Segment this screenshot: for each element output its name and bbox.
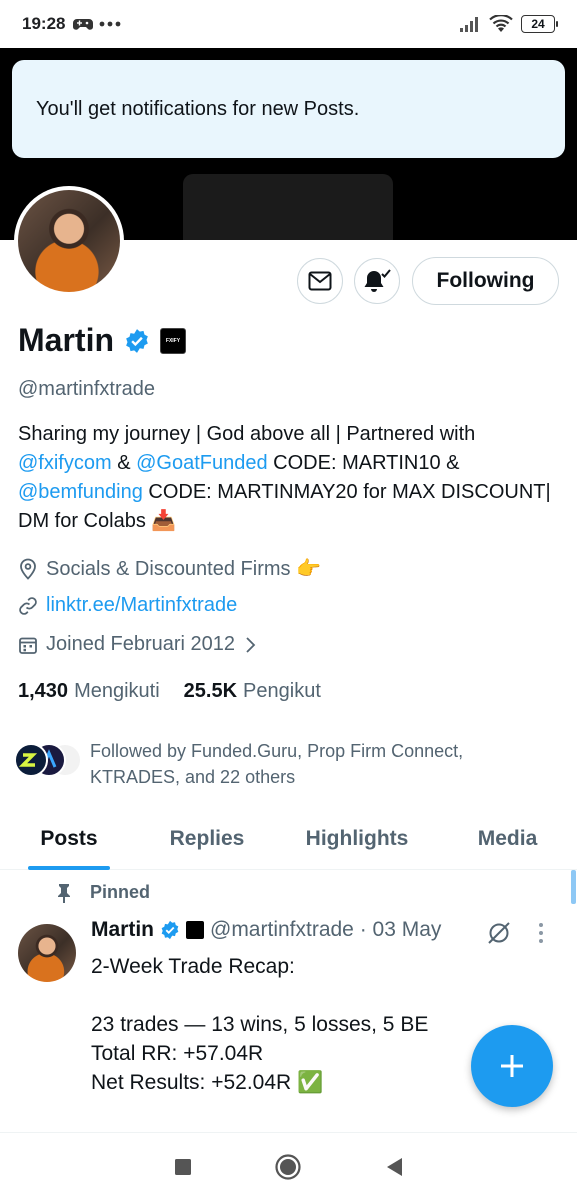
followers-count: 25.5K bbox=[183, 680, 238, 702]
profile-tabs: Posts Replies Highlights Media bbox=[0, 808, 577, 870]
name-row: Martin FXIFY bbox=[18, 322, 186, 359]
game-controller-icon bbox=[73, 19, 94, 30]
tab-media[interactable]: Media bbox=[438, 808, 577, 870]
square-icon bbox=[174, 1158, 191, 1175]
status-right: 24 bbox=[459, 15, 558, 33]
signal-icon bbox=[460, 17, 478, 32]
following-count: 1,430 bbox=[18, 680, 69, 702]
profile-name: Martin bbox=[18, 322, 114, 358]
grok-icon[interactable] bbox=[486, 920, 512, 946]
battery-indicator: 24 bbox=[521, 15, 558, 33]
notification-toast: You'll get notifications for new Posts. bbox=[12, 60, 565, 158]
profile-bio: Sharing my journey | God above all | Par… bbox=[18, 420, 558, 536]
profile-avatar-frame[interactable] bbox=[14, 186, 124, 296]
verified-badge-icon bbox=[161, 920, 179, 940]
tab-posts[interactable]: Posts bbox=[0, 808, 138, 870]
post-body: 2-Week Trade Recap: 23 trades — 13 wins,… bbox=[91, 955, 429, 1094]
following-label: Mengikuti bbox=[74, 680, 160, 702]
system-nav-bar bbox=[0, 1132, 577, 1200]
website-link[interactable]: linktr.ee/Martinfxtrade bbox=[46, 594, 237, 617]
more-options-icon[interactable] bbox=[538, 922, 544, 944]
circle-home-icon bbox=[275, 1153, 302, 1180]
location-text: Socials & Discounted Firms 👉 bbox=[46, 558, 321, 580]
following-button[interactable]: Following bbox=[412, 257, 559, 305]
followers-label: Pengikut bbox=[243, 680, 321, 702]
joined-text: Joined Februari 2012 bbox=[46, 633, 236, 655]
post-header: Martin @martinfxtrade · 03 May bbox=[91, 918, 441, 942]
joined-row[interactable]: Joined Februari 2012 bbox=[18, 633, 257, 656]
followed-by-text: Followed by Funded.Guru, Prop Firm Conne… bbox=[90, 741, 464, 787]
follower-avatar bbox=[14, 743, 48, 777]
followers-stat[interactable]: 25.5K Pengikut bbox=[184, 680, 321, 703]
notifications-button[interactable] bbox=[354, 258, 400, 304]
pinned-label: Pinned bbox=[90, 882, 151, 902]
tab-highlights[interactable]: Highlights bbox=[276, 808, 438, 870]
home-button[interactable] bbox=[266, 1145, 310, 1189]
envelope-icon bbox=[308, 271, 332, 291]
message-button[interactable] bbox=[297, 258, 343, 304]
back-triangle-icon bbox=[387, 1157, 403, 1176]
mention-goatfunded[interactable]: @GoatFunded bbox=[136, 452, 268, 474]
verified-badge-icon[interactable] bbox=[124, 328, 150, 354]
pin-icon bbox=[58, 883, 70, 903]
bio-text: CODE: MARTIN10 & bbox=[267, 452, 460, 474]
following-stat[interactable]: 1,430 Mengikuti bbox=[18, 680, 160, 703]
affiliate-badge[interactable]: FXIFY bbox=[160, 327, 186, 354]
bio-text: & bbox=[111, 452, 137, 474]
link-icon bbox=[19, 596, 37, 615]
scrollbar[interactable] bbox=[571, 870, 576, 904]
status-left-icons bbox=[73, 16, 121, 32]
post-author-avatar[interactable] bbox=[18, 924, 76, 982]
pinned-indicator: Pinned bbox=[56, 882, 150, 903]
toast-message: You'll get notifications for new Posts. bbox=[36, 97, 360, 120]
funded-guru-logo-icon bbox=[18, 753, 38, 767]
banner-image-shape bbox=[183, 174, 393, 240]
followed-by-row[interactable]: Followed by Funded.Guru, Prop Firm Conne… bbox=[14, 738, 510, 790]
website-row[interactable]: linktr.ee/Martinfxtrade bbox=[18, 594, 237, 617]
location-pin-icon bbox=[20, 558, 36, 580]
more-notifications-icon bbox=[100, 21, 121, 27]
status-time: 19:28 bbox=[22, 14, 66, 33]
bell-check-icon bbox=[364, 269, 391, 292]
tab-replies[interactable]: Replies bbox=[138, 808, 276, 870]
bio-text: Sharing my journey | God above all | Par… bbox=[18, 423, 476, 445]
back-button[interactable] bbox=[372, 1145, 416, 1189]
mention-bemfunding[interactable]: @bemfunding bbox=[18, 481, 143, 503]
follower-avatars bbox=[14, 743, 86, 783]
status-bar: 19:28 24 bbox=[0, 0, 577, 48]
follow-stats: 1,430 Mengikuti 25.5K Pengikut bbox=[18, 680, 321, 703]
wifi-icon bbox=[489, 15, 513, 32]
post-author-name[interactable]: Martin bbox=[91, 918, 154, 942]
recents-button[interactable] bbox=[161, 1145, 205, 1189]
compose-post-button[interactable] bbox=[471, 1025, 553, 1107]
chevron-right-icon bbox=[246, 636, 256, 653]
affiliate-badge-icon bbox=[186, 921, 204, 939]
plus-icon bbox=[501, 1055, 523, 1077]
location-row: Socials & Discounted Firms 👉 bbox=[18, 556, 321, 581]
profile-handle: @martinfxtrade bbox=[18, 378, 156, 400]
mention-fxifycom[interactable]: @fxifycom bbox=[18, 452, 112, 474]
post-handle-date: @martinfxtrade · 03 May bbox=[210, 918, 442, 941]
profile-avatar[interactable] bbox=[18, 190, 120, 292]
calendar-icon bbox=[19, 637, 37, 654]
